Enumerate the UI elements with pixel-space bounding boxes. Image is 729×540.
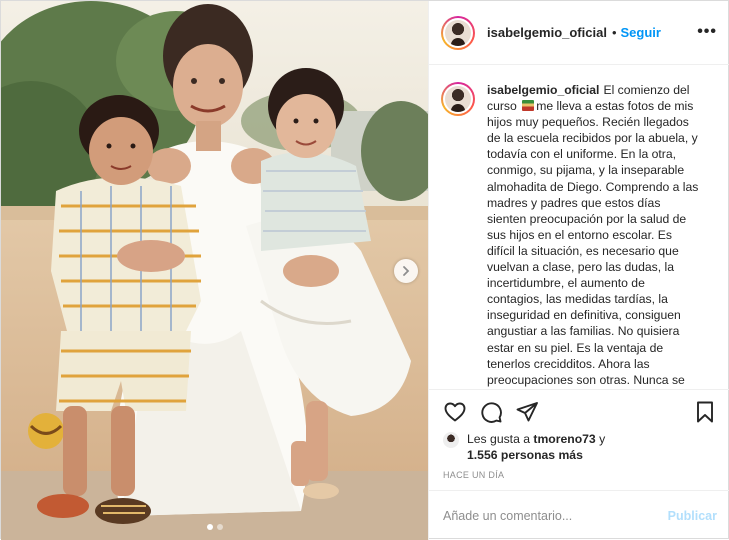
share-button[interactable]: [509, 394, 545, 430]
username-link[interactable]: isabelgemio_oficial: [487, 25, 607, 40]
bookmark-icon: [697, 401, 713, 422]
carousel-dot-active: [206, 524, 213, 530]
caption-avatar-image: [445, 86, 471, 112]
likes-text: Les gusta a tmoreno73 y 1.556 personas m…: [467, 431, 605, 463]
caption-row: isabelgemio_oficial El comienzo del curso…: [441, 82, 719, 388]
heart-icon: [444, 402, 466, 421]
likes-summary: Les gusta a tmoreno73 y 1.556 personas m…: [443, 431, 723, 463]
like-button[interactable]: [437, 394, 473, 430]
comment-button[interactable]: [473, 394, 509, 430]
caption-area[interactable]: isabelgemio_oficial El comienzo del curso…: [429, 66, 729, 388]
post-header: isabelgemio_oficial • Seguir •••: [429, 1, 729, 65]
caption-username[interactable]: isabelgemio_oficial: [487, 83, 599, 97]
carousel-next-button[interactable]: [394, 259, 418, 283]
instagram-post: isabelgemio_oficial • Seguir ••• isabelg…: [0, 0, 729, 540]
likes-count-link[interactable]: 1.556 personas más: [467, 448, 583, 462]
carousel-dot: [216, 524, 223, 530]
post-photo[interactable]: [1, 1, 428, 540]
action-bar: [429, 389, 729, 433]
separator-dot: •: [611, 25, 617, 40]
follow-button[interactable]: Seguir: [621, 25, 661, 40]
caption-avatar-ring: [443, 84, 473, 114]
chevron-right-icon: [403, 266, 410, 276]
caption-text-part2: me lleva a estas fotos de mis hijos muy …: [487, 99, 699, 387]
avatar[interactable]: [441, 15, 475, 50]
liker-username-link[interactable]: tmoreno73: [533, 432, 595, 446]
caption-text: isabelgemio_oficial El comienzo del curso…: [487, 82, 702, 388]
likes-joiner: y: [599, 432, 606, 446]
comment-input[interactable]: [443, 508, 668, 523]
paper-plane-icon: [516, 401, 538, 421]
comment-icon: [481, 401, 502, 423]
carousel-indicator: [1, 524, 428, 530]
comment-form: Publicar: [429, 490, 729, 540]
more-options-icon[interactable]: •••: [697, 23, 717, 41]
post-side-panel: isabelgemio_oficial • Seguir ••• isabelg…: [428, 1, 729, 540]
family-photo-illustration: [1, 1, 428, 540]
publish-button[interactable]: Publicar: [668, 509, 717, 523]
avatar-image: [445, 19, 471, 46]
liker-avatar[interactable]: [443, 432, 459, 448]
avatar-ring: [443, 17, 473, 48]
books-emoji-icon: [522, 100, 535, 112]
post-timestamp[interactable]: HACE UN DÍA: [443, 470, 504, 480]
likes-prefix: Les gusta a: [467, 432, 531, 446]
save-button[interactable]: [687, 394, 723, 430]
caption-avatar[interactable]: [441, 82, 475, 116]
